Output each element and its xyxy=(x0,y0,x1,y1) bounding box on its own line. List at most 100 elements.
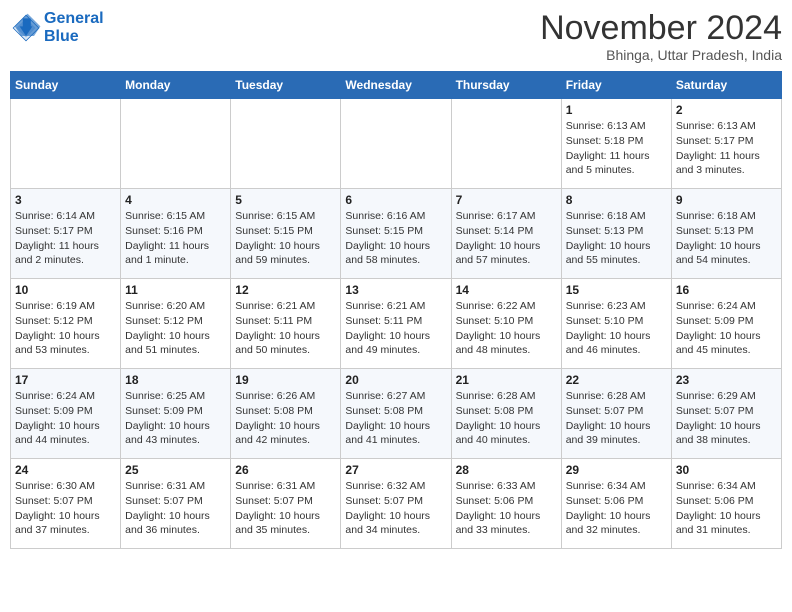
calendar-header-row: SundayMondayTuesdayWednesdayThursdayFrid… xyxy=(11,72,782,99)
day-info: Sunrise: 6:25 AM Sunset: 5:09 PM Dayligh… xyxy=(125,389,226,448)
day-info: Sunrise: 6:27 AM Sunset: 5:08 PM Dayligh… xyxy=(345,389,446,448)
month-title: November 2024 xyxy=(540,10,782,47)
calendar-cell: 23Sunrise: 6:29 AM Sunset: 5:07 PM Dayli… xyxy=(671,369,781,459)
day-info: Sunrise: 6:34 AM Sunset: 5:06 PM Dayligh… xyxy=(566,479,667,538)
calendar-week-row: 1 Sunrise: 6:13 AM Sunset: 5:18 PM Daylig… xyxy=(11,99,782,189)
day-info: Sunrise: 6:33 AM Sunset: 5:06 PM Dayligh… xyxy=(456,479,557,538)
calendar-cell: 4 Sunrise: 6:15 AM Sunset: 5:16 PM Daylig… xyxy=(121,189,231,279)
day-info: Sunrise: 6:15 AM Sunset: 5:15 PM Dayligh… xyxy=(235,209,336,268)
day-info: Sunrise: 6:22 AM Sunset: 5:10 PM Dayligh… xyxy=(456,299,557,358)
calendar-cell xyxy=(451,99,561,189)
day-info: Sunrise: 6:15 AM Sunset: 5:16 PM Dayligh… xyxy=(125,209,226,268)
day-info: Sunrise: 6:13 AM Sunset: 5:17 PM Dayligh… xyxy=(676,119,777,178)
day-number: 7 xyxy=(456,193,557,207)
calendar-cell: 29 Sunrise: 6:34 AM Sunset: 5:06 PM Dayli… xyxy=(561,459,671,549)
day-info: Sunrise: 6:16 AM Sunset: 5:15 PM Dayligh… xyxy=(345,209,446,268)
weekday-header-friday: Friday xyxy=(561,72,671,99)
calendar-cell: 13 Sunrise: 6:21 AM Sunset: 5:11 PM Dayli… xyxy=(341,279,451,369)
day-number: 10 xyxy=(15,283,116,297)
calendar-cell xyxy=(341,99,451,189)
day-number: 25 xyxy=(125,463,226,477)
calendar-cell: 11Sunrise: 6:20 AM Sunset: 5:12 PM Dayli… xyxy=(121,279,231,369)
calendar-cell: 19Sunrise: 6:26 AM Sunset: 5:08 PM Dayli… xyxy=(231,369,341,459)
day-info: Sunrise: 6:14 AM Sunset: 5:17 PM Dayligh… xyxy=(15,209,116,268)
calendar-cell: 24 Sunrise: 6:30 AM Sunset: 5:07 PM Dayli… xyxy=(11,459,121,549)
day-number: 3 xyxy=(15,193,116,207)
calendar-cell: 7 Sunrise: 6:17 AM Sunset: 5:14 PM Daylig… xyxy=(451,189,561,279)
calendar-cell: 26Sunrise: 6:31 AM Sunset: 5:07 PM Dayli… xyxy=(231,459,341,549)
calendar-cell: 1 Sunrise: 6:13 AM Sunset: 5:18 PM Daylig… xyxy=(561,99,671,189)
logo: GeneralBlue xyxy=(10,10,104,45)
title-block: November 2024 Bhinga, Uttar Pradesh, Ind… xyxy=(540,10,782,63)
day-info: Sunrise: 6:21 AM Sunset: 5:11 PM Dayligh… xyxy=(235,299,336,358)
calendar-cell: 14 Sunrise: 6:22 AM Sunset: 5:10 PM Dayli… xyxy=(451,279,561,369)
day-info: Sunrise: 6:18 AM Sunset: 5:13 PM Dayligh… xyxy=(676,209,777,268)
day-number: 1 xyxy=(566,103,667,117)
calendar-table: SundayMondayTuesdayWednesdayThursdayFrid… xyxy=(10,71,782,549)
weekday-header-sunday: Sunday xyxy=(11,72,121,99)
weekday-header-monday: Monday xyxy=(121,72,231,99)
day-number: 30 xyxy=(676,463,777,477)
calendar-cell: 16 Sunrise: 6:24 AM Sunset: 5:09 PM Dayli… xyxy=(671,279,781,369)
calendar-cell: 17 Sunrise: 6:24 AM Sunset: 5:09 PM Dayli… xyxy=(11,369,121,459)
calendar-week-row: 17 Sunrise: 6:24 AM Sunset: 5:09 PM Dayli… xyxy=(11,369,782,459)
day-info: Sunrise: 6:24 AM Sunset: 5:09 PM Dayligh… xyxy=(676,299,777,358)
day-number: 21 xyxy=(456,373,557,387)
day-info: Sunrise: 6:13 AM Sunset: 5:18 PM Dayligh… xyxy=(566,119,667,178)
day-info: Sunrise: 6:18 AM Sunset: 5:13 PM Dayligh… xyxy=(566,209,667,268)
weekday-header-thursday: Thursday xyxy=(451,72,561,99)
logo-text: GeneralBlue xyxy=(44,10,104,45)
calendar-cell xyxy=(11,99,121,189)
calendar-week-row: 3 Sunrise: 6:14 AM Sunset: 5:17 PM Daylig… xyxy=(11,189,782,279)
calendar-cell: 15Sunrise: 6:23 AM Sunset: 5:10 PM Dayli… xyxy=(561,279,671,369)
day-info: Sunrise: 6:17 AM Sunset: 5:14 PM Dayligh… xyxy=(456,209,557,268)
day-number: 22 xyxy=(566,373,667,387)
calendar-cell: 8Sunrise: 6:18 AM Sunset: 5:13 PM Daylig… xyxy=(561,189,671,279)
day-info: Sunrise: 6:30 AM Sunset: 5:07 PM Dayligh… xyxy=(15,479,116,538)
day-info: Sunrise: 6:32 AM Sunset: 5:07 PM Dayligh… xyxy=(345,479,446,538)
calendar-week-row: 10 Sunrise: 6:19 AM Sunset: 5:12 PM Dayli… xyxy=(11,279,782,369)
page-header: GeneralBlue November 2024 Bhinga, Uttar … xyxy=(10,10,782,63)
calendar-cell xyxy=(121,99,231,189)
day-number: 18 xyxy=(125,373,226,387)
weekday-header-saturday: Saturday xyxy=(671,72,781,99)
day-number: 26 xyxy=(235,463,336,477)
day-info: Sunrise: 6:34 AM Sunset: 5:06 PM Dayligh… xyxy=(676,479,777,538)
day-number: 29 xyxy=(566,463,667,477)
day-number: 23 xyxy=(676,373,777,387)
day-number: 16 xyxy=(676,283,777,297)
day-number: 20 xyxy=(345,373,446,387)
calendar-cell: 3 Sunrise: 6:14 AM Sunset: 5:17 PM Daylig… xyxy=(11,189,121,279)
calendar-cell: 2 Sunrise: 6:13 AM Sunset: 5:17 PM Daylig… xyxy=(671,99,781,189)
day-number: 17 xyxy=(15,373,116,387)
day-number: 6 xyxy=(345,193,446,207)
day-info: Sunrise: 6:24 AM Sunset: 5:09 PM Dayligh… xyxy=(15,389,116,448)
calendar-cell: 28 Sunrise: 6:33 AM Sunset: 5:06 PM Dayli… xyxy=(451,459,561,549)
calendar-cell: 30 Sunrise: 6:34 AM Sunset: 5:06 PM Dayli… xyxy=(671,459,781,549)
calendar-cell xyxy=(231,99,341,189)
day-info: Sunrise: 6:21 AM Sunset: 5:11 PM Dayligh… xyxy=(345,299,446,358)
day-number: 15 xyxy=(566,283,667,297)
day-number: 14 xyxy=(456,283,557,297)
day-number: 28 xyxy=(456,463,557,477)
calendar-cell: 9 Sunrise: 6:18 AM Sunset: 5:13 PM Daylig… xyxy=(671,189,781,279)
day-number: 24 xyxy=(15,463,116,477)
logo-icon xyxy=(10,12,42,44)
day-number: 4 xyxy=(125,193,226,207)
day-info: Sunrise: 6:20 AM Sunset: 5:12 PM Dayligh… xyxy=(125,299,226,358)
day-number: 12 xyxy=(235,283,336,297)
day-info: Sunrise: 6:28 AM Sunset: 5:07 PM Dayligh… xyxy=(566,389,667,448)
calendar-cell: 5 Sunrise: 6:15 AM Sunset: 5:15 PM Daylig… xyxy=(231,189,341,279)
day-info: Sunrise: 6:19 AM Sunset: 5:12 PM Dayligh… xyxy=(15,299,116,358)
weekday-header-wednesday: Wednesday xyxy=(341,72,451,99)
day-number: 13 xyxy=(345,283,446,297)
calendar-cell: 18 Sunrise: 6:25 AM Sunset: 5:09 PM Dayli… xyxy=(121,369,231,459)
day-number: 5 xyxy=(235,193,336,207)
weekday-header-tuesday: Tuesday xyxy=(231,72,341,99)
day-info: Sunrise: 6:28 AM Sunset: 5:08 PM Dayligh… xyxy=(456,389,557,448)
day-number: 2 xyxy=(676,103,777,117)
calendar-cell: 22 Sunrise: 6:28 AM Sunset: 5:07 PM Dayli… xyxy=(561,369,671,459)
calendar-cell: 6 Sunrise: 6:16 AM Sunset: 5:15 PM Daylig… xyxy=(341,189,451,279)
day-info: Sunrise: 6:31 AM Sunset: 5:07 PM Dayligh… xyxy=(125,479,226,538)
day-number: 9 xyxy=(676,193,777,207)
